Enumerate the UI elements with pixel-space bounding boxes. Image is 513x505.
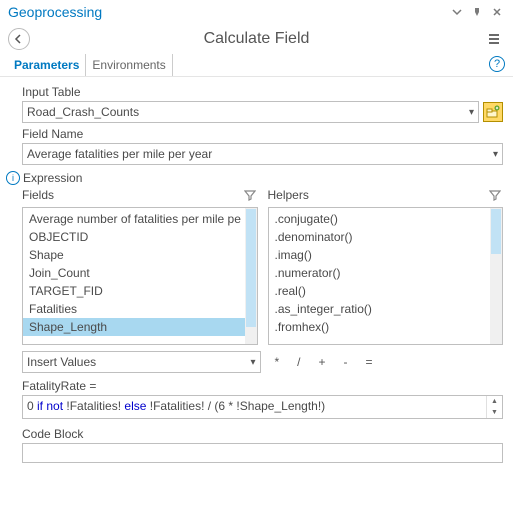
list-item[interactable]: .numerator() bbox=[269, 264, 491, 282]
hamburger-icon[interactable] bbox=[483, 28, 505, 50]
tab-environments[interactable]: Environments bbox=[86, 54, 172, 76]
list-item[interactable]: Average number of fatalities per mile pe bbox=[23, 210, 245, 228]
helpers-header: Helpers bbox=[268, 188, 488, 202]
op-add[interactable]: + bbox=[319, 355, 326, 369]
expression-label: Expression bbox=[23, 171, 82, 185]
expression-result-label: FatalityRate = bbox=[22, 379, 503, 393]
list-item[interactable]: TARGET_FID bbox=[23, 282, 245, 300]
list-item[interactable]: OBJECTID bbox=[23, 228, 245, 246]
chevron-down-icon: ▾ bbox=[250, 357, 255, 368]
operator-row: * / + - = bbox=[271, 355, 504, 369]
tool-title: Calculate Field bbox=[30, 30, 483, 48]
op-multiply[interactable]: * bbox=[275, 355, 280, 369]
list-item[interactable]: .real() bbox=[269, 282, 491, 300]
list-item[interactable]: .conjugate() bbox=[269, 210, 491, 228]
op-divide[interactable]: / bbox=[297, 355, 300, 369]
filter-icon[interactable] bbox=[242, 187, 258, 203]
helpers-listbox[interactable]: .conjugate().denominator().imag().numera… bbox=[268, 207, 504, 345]
input-table-value: Road_Crash_Counts bbox=[27, 105, 469, 119]
info-icon[interactable]: i bbox=[6, 171, 20, 185]
filter-icon[interactable] bbox=[487, 187, 503, 203]
list-item[interactable]: .fromhex() bbox=[269, 318, 491, 336]
insert-values-combo[interactable]: Insert Values ▾ bbox=[22, 351, 261, 373]
fields-header: Fields bbox=[22, 188, 242, 202]
field-name-value: Average fatalities per mile per year bbox=[27, 147, 493, 161]
input-table-label: Input Table bbox=[22, 85, 503, 99]
op-equals[interactable]: = bbox=[366, 355, 373, 369]
scrollbar[interactable] bbox=[245, 208, 257, 344]
tab-parameters[interactable]: Parameters bbox=[8, 54, 86, 76]
list-item[interactable]: Shape bbox=[23, 246, 245, 264]
list-item[interactable]: .as_integer_ratio() bbox=[269, 300, 491, 318]
field-name-label: Field Name bbox=[22, 127, 503, 141]
code-block-input[interactable] bbox=[22, 443, 503, 463]
fields-listbox[interactable]: Average number of fatalities per mile pe… bbox=[22, 207, 258, 345]
scrollbar[interactable] bbox=[490, 208, 502, 344]
add-layer-button[interactable] bbox=[483, 102, 503, 122]
code-block-label: Code Block bbox=[22, 427, 503, 441]
expression-spinner[interactable]: ▲▼ bbox=[486, 396, 502, 418]
dropdown-icon[interactable] bbox=[449, 4, 465, 20]
expression-input[interactable]: 0 if not !Fatalities! else !Fatalities! … bbox=[22, 395, 503, 419]
list-item[interactable]: .denominator() bbox=[269, 228, 491, 246]
list-item[interactable]: Fatalities bbox=[23, 300, 245, 318]
list-item[interactable]: Shape_Length bbox=[23, 318, 245, 336]
pin-icon[interactable] bbox=[469, 4, 485, 20]
chevron-down-icon: ▾ bbox=[469, 107, 474, 118]
op-subtract[interactable]: - bbox=[344, 355, 348, 369]
list-item[interactable]: Join_Count bbox=[23, 264, 245, 282]
close-icon[interactable] bbox=[489, 4, 505, 20]
help-icon[interactable]: ? bbox=[489, 56, 505, 72]
panel-title: Geoprocessing bbox=[8, 4, 445, 20]
input-table-combo[interactable]: Road_Crash_Counts ▾ bbox=[22, 101, 479, 123]
back-button[interactable] bbox=[8, 28, 30, 50]
chevron-down-icon: ▾ bbox=[493, 149, 498, 160]
list-item[interactable]: .imag() bbox=[269, 246, 491, 264]
field-name-combo[interactable]: Average fatalities per mile per year ▾ bbox=[22, 143, 503, 165]
insert-values-label: Insert Values bbox=[27, 355, 250, 369]
